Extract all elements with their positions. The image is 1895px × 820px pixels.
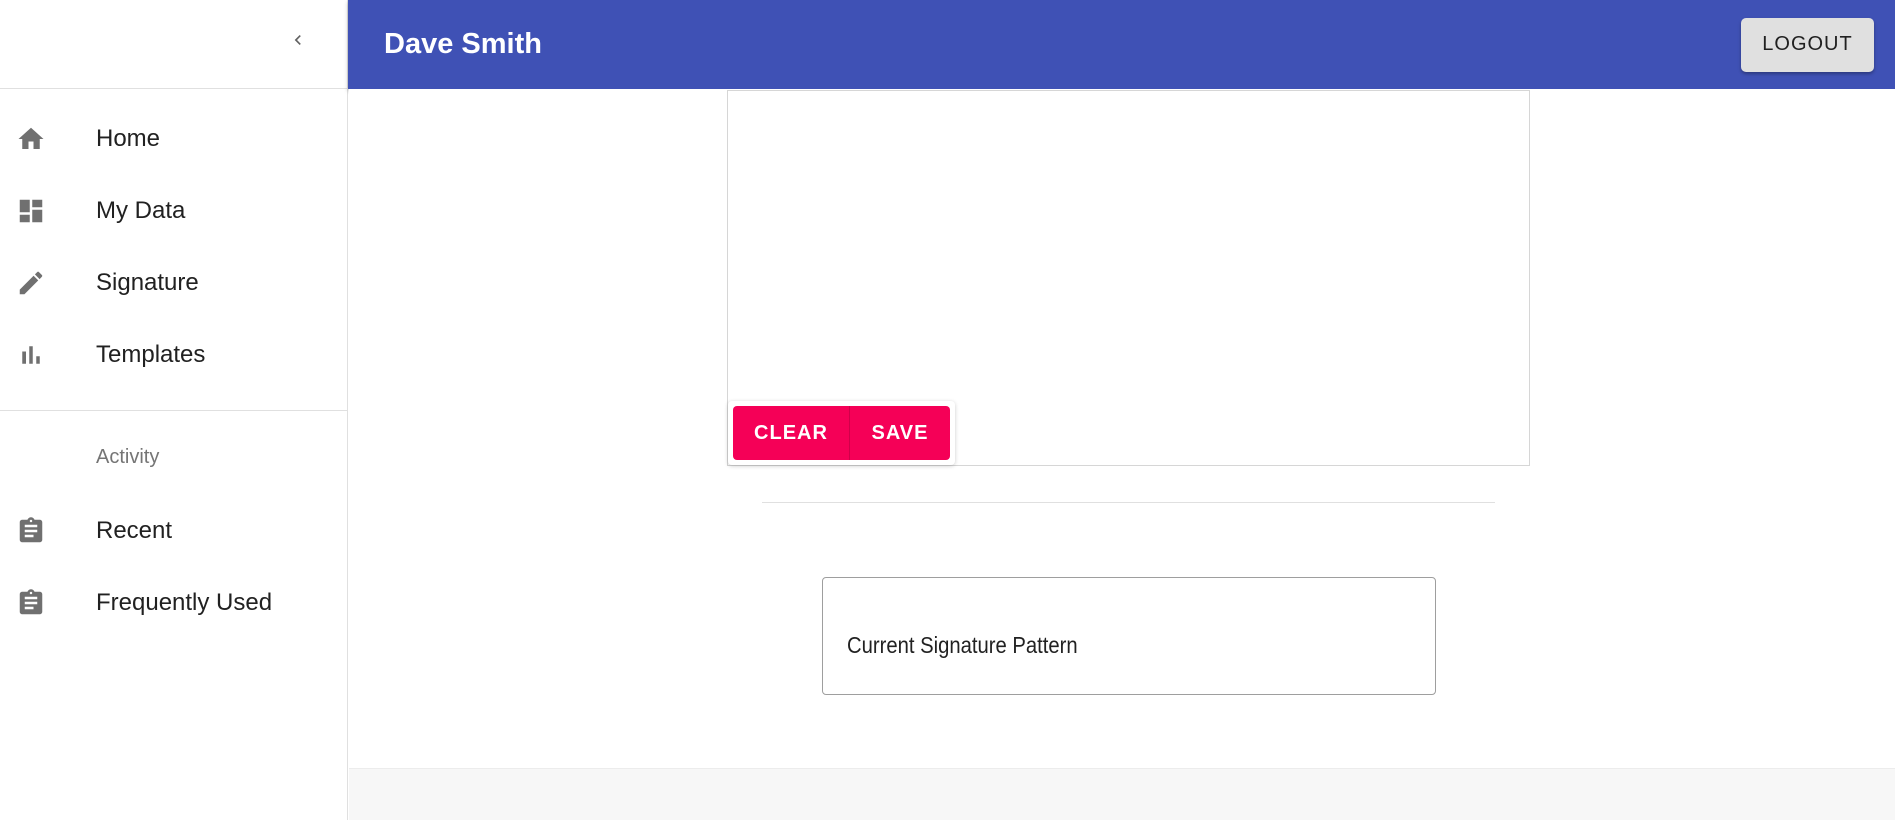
sidebar-item-label: Signature <box>96 269 199 296</box>
bar-chart-icon <box>15 339 47 371</box>
activity-nav: Recent Frequently Used <box>0 495 347 639</box>
sidebar-item-label: My Data <box>96 197 186 224</box>
clear-button[interactable]: CLEAR <box>733 406 850 460</box>
sidebar-header <box>0 0 347 89</box>
pencil-icon <box>15 267 47 299</box>
sidebar-item-templates[interactable]: Templates <box>0 319 347 391</box>
current-signature-pattern-label: Current Signature Pattern <box>847 631 1078 658</box>
sidebar-item-label: Recent <box>96 517 173 544</box>
signature-button-group: CLEAR SAVE <box>728 401 955 465</box>
app-root: Home My Data Signature Templates Activit… <box>0 0 1895 820</box>
page-footer <box>349 768 1895 820</box>
signature-canvas[interactable]: CLEAR SAVE <box>727 90 1530 466</box>
logout-button[interactable]: LOGOUT <box>1741 17 1874 72</box>
save-button[interactable]: SAVE <box>850 406 950 460</box>
clipboard-icon <box>15 587 47 619</box>
sidebar-drawer: Home My Data Signature Templates Activit… <box>0 0 348 820</box>
collapse-drawer-button[interactable] <box>278 20 318 60</box>
app-bar: Dave Smith LOGOUT <box>348 0 1895 89</box>
activity-section-header: Activity <box>96 445 160 468</box>
main-content: CLEAR SAVE Current Signature Pattern <box>349 89 1895 820</box>
sidebar-item-signature[interactable]: Signature <box>0 247 347 319</box>
clipboard-icon <box>15 515 47 547</box>
home-icon <box>15 123 47 155</box>
sidebar-item-frequently-used[interactable]: Frequently Used <box>0 567 347 639</box>
sidebar-item-recent[interactable]: Recent <box>0 495 347 567</box>
current-signature-pattern-box: Current Signature Pattern <box>822 577 1436 695</box>
sidebar-item-label: Home <box>96 125 161 152</box>
sidebar-item-label: Templates <box>96 341 206 368</box>
content-divider <box>762 502 1495 503</box>
sidebar-item-label: Frequently Used <box>96 589 273 616</box>
sidebar-item-home[interactable]: Home <box>0 103 347 175</box>
dashboard-icon <box>15 195 47 227</box>
sidebar-item-my-data[interactable]: My Data <box>0 175 347 247</box>
user-name-title: Dave Smith <box>384 28 542 60</box>
sidebar-nav: Home My Data Signature Templates <box>0 89 347 391</box>
chevron-left-icon <box>294 35 301 45</box>
